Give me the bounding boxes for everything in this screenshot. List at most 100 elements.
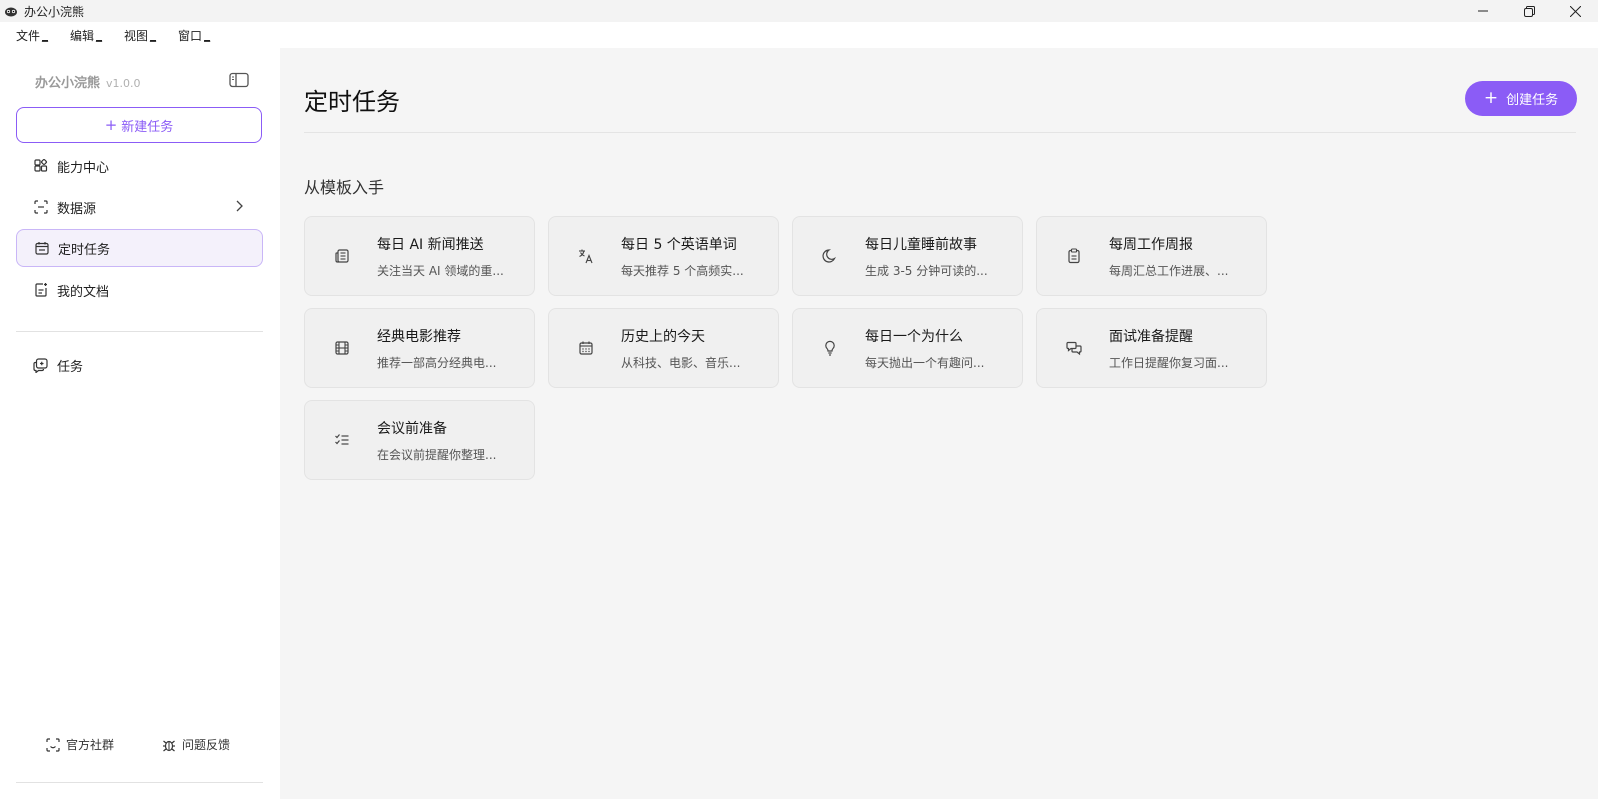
menu-file-label: 文件 — [16, 28, 41, 43]
menu-mnemonic: _ — [204, 28, 211, 42]
minimize-button[interactable] — [1460, 0, 1506, 22]
film-icon — [333, 339, 351, 357]
template-desc: 关注当天 AI 领域的重... — [377, 263, 504, 278]
feedback-label: 问题反馈 — [182, 738, 231, 752]
header-divider — [304, 132, 1576, 133]
document-icon — [33, 283, 48, 298]
template-desc: 每天抛出一个有趣问... — [865, 355, 985, 370]
new-task-label: 新建任务 — [121, 119, 174, 135]
sidebar-item-label: 我的文档 — [57, 284, 110, 300]
template-title: 每日儿童睡前故事 — [865, 236, 977, 253]
window-titlebar: 办公小浣熊 — [0, 0, 1598, 22]
template-card-interview-prep[interactable]: 面试准备提醒 工作日提醒你复习面... — [1036, 308, 1267, 388]
restore-icon — [1523, 5, 1535, 17]
sidebar-footer: 官方社群 问题反馈 — [0, 736, 280, 753]
menu-edit[interactable]: 编辑 _ — [70, 27, 104, 44]
brand-name: 办公小浣熊 — [35, 76, 101, 91]
sidebar-item-capability-center[interactable]: 能力中心 — [16, 147, 263, 185]
template-desc: 在会议前提醒你整理... — [377, 447, 497, 462]
community-icon — [46, 737, 60, 752]
create-task-label: 创建任务 — [1506, 93, 1559, 108]
official-community-link[interactable]: 官方社群 — [46, 736, 114, 753]
raccoon-logo-icon — [4, 4, 18, 18]
menu-mnemonic: _ — [150, 28, 157, 42]
task-chat-icon — [33, 357, 48, 373]
bug-icon — [162, 738, 176, 752]
sidebar-item-datasource[interactable]: 数据源 — [16, 188, 263, 226]
template-desc: 推荐一部高分经典电... — [377, 355, 497, 370]
template-title: 历史上的今天 — [621, 328, 705, 345]
menu-window[interactable]: 窗口 _ — [178, 27, 212, 44]
template-desc: 生成 3-5 分钟可读的... — [865, 263, 988, 278]
chat-bubbles-icon — [1065, 339, 1083, 357]
section-title: 从模板入手 — [304, 178, 385, 197]
sidebar: 办公小浣熊 v1.0.0 + 新建任务 能力中心 数据源 定时任务 我的文档 任… — [0, 48, 280, 799]
window-controls — [1460, 0, 1598, 22]
app-version: v1.0.0 — [106, 77, 141, 90]
template-desc: 每周汇总工作进展、... — [1109, 263, 1229, 278]
translate-icon — [577, 247, 595, 265]
sidebar-collapse-button[interactable] — [229, 72, 249, 88]
template-card-daily-why[interactable]: 每日一个为什么 每天抛出一个有趣问... — [792, 308, 1023, 388]
restore-button[interactable] — [1506, 0, 1552, 22]
menu-view[interactable]: 视图 _ — [124, 27, 158, 44]
sidebar-item-tasks[interactable]: 任务 — [16, 346, 263, 384]
sidebar-item-label: 能力中心 — [57, 160, 110, 176]
template-title: 每日 AI 新闻推送 — [377, 236, 484, 253]
calendar-icon — [577, 339, 595, 357]
moon-icon — [821, 247, 839, 265]
sidebar-item-scheduled-tasks[interactable]: 定时任务 — [16, 229, 263, 267]
sidebar-item-label: 定时任务 — [58, 242, 111, 258]
calendar-icon — [34, 241, 49, 256]
menu-file[interactable]: 文件 _ — [16, 27, 50, 44]
template-title: 每日 5 个英语单词 — [621, 236, 737, 253]
menu-edit-label: 编辑 — [70, 28, 95, 43]
sidebar-item-label: 数据源 — [57, 201, 97, 217]
sidebar-footer-divider — [16, 782, 263, 783]
new-task-button[interactable]: + 新建任务 — [16, 107, 262, 143]
create-task-button[interactable]: + 创建任务 — [1465, 81, 1577, 116]
plus-icon: + — [1483, 88, 1499, 108]
template-title: 面试准备提醒 — [1109, 328, 1193, 345]
newspaper-icon — [333, 247, 351, 265]
menu-window-label: 窗口 — [178, 28, 203, 43]
sidebar-divider — [16, 331, 263, 332]
template-desc: 工作日提醒你复习面... — [1109, 355, 1229, 370]
sidebar-item-label: 任务 — [57, 359, 84, 375]
template-title: 每周工作周报 — [1109, 236, 1193, 253]
brand: 办公小浣熊 v1.0.0 — [35, 72, 141, 91]
menu-view-label: 视图 — [124, 28, 149, 43]
template-desc: 每天推荐 5 个高频实... — [621, 263, 744, 278]
template-title: 会议前准备 — [377, 420, 447, 437]
menu-mnemonic: _ — [42, 28, 49, 42]
sidebar-item-my-documents[interactable]: 我的文档 — [16, 271, 263, 309]
sidebar-toggle-icon — [229, 72, 249, 88]
feedback-link[interactable]: 问题反馈 — [162, 736, 230, 753]
template-title: 每日一个为什么 — [865, 328, 963, 345]
close-icon — [1569, 5, 1581, 17]
plus-icon: + — [104, 116, 118, 134]
template-card-history-today[interactable]: 历史上的今天 从科技、电影、音乐... — [548, 308, 779, 388]
minimize-icon — [1478, 10, 1488, 12]
template-card-meeting-prep[interactable]: 会议前准备 在会议前提醒你整理... — [304, 400, 535, 480]
template-card-ai-news[interactable]: 每日 AI 新闻推送 关注当天 AI 领域的重... — [304, 216, 535, 296]
template-card-bedtime-story[interactable]: 每日儿童睡前故事 生成 3-5 分钟可读的... — [792, 216, 1023, 296]
official-community-label: 官方社群 — [66, 738, 115, 752]
capability-grid-icon — [33, 159, 48, 174]
lightbulb-icon — [821, 339, 839, 357]
template-grid: 每日 AI 新闻推送 关注当天 AI 领域的重... 每日 5 个英语单词 每天… — [304, 216, 1267, 480]
close-button[interactable] — [1552, 0, 1598, 22]
clipboard-icon — [1065, 247, 1083, 265]
page-title: 定时任务 — [304, 88, 400, 116]
checklist-icon — [333, 431, 351, 449]
main-content: 定时任务 + 创建任务 从模板入手 每日 AI 新闻推送 关注当天 AI 领域的… — [280, 48, 1598, 799]
chevron-right-icon — [235, 200, 243, 216]
menu-mnemonic: _ — [96, 28, 103, 42]
template-card-english-words[interactable]: 每日 5 个英语单词 每天推荐 5 个高频实... — [548, 216, 779, 296]
template-title: 经典电影推荐 — [377, 328, 461, 345]
menu-bar: 文件 _ 编辑 _ 视图 _ 窗口 _ — [0, 22, 280, 48]
template-desc: 从科技、电影、音乐... — [621, 355, 741, 370]
window-title: 办公小浣熊 — [24, 4, 85, 19]
template-card-weekly-report[interactable]: 每周工作周报 每周汇总工作进展、... — [1036, 216, 1267, 296]
template-card-classic-movie[interactable]: 经典电影推荐 推荐一部高分经典电... — [304, 308, 535, 388]
